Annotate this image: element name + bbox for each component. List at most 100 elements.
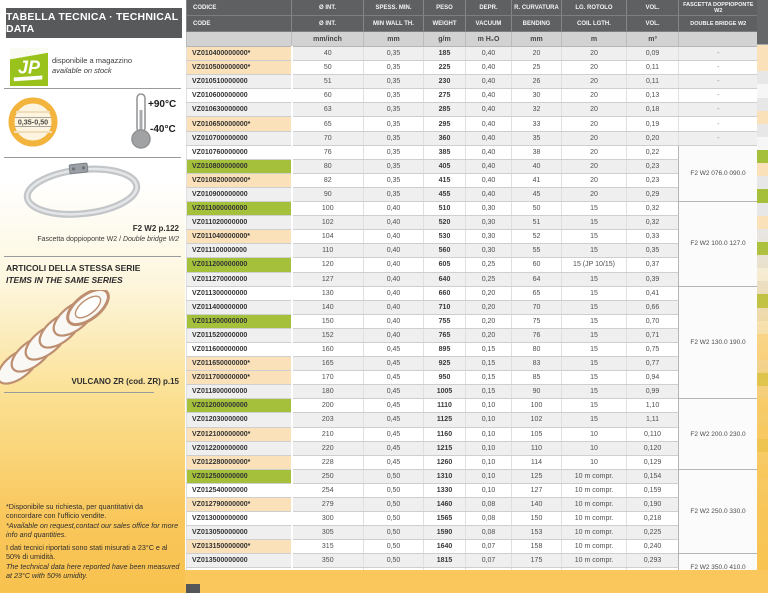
coil-length-cell: 15: [562, 230, 627, 244]
coil-length-cell: 10 m compr.: [562, 554, 627, 568]
edge-row-tick: [757, 98, 768, 111]
volume-cell: 0,29: [627, 187, 679, 201]
clamp-ref-cell: -: [679, 103, 758, 117]
volume-cell: 0,154: [627, 469, 679, 483]
code-cell: VZ013000000000: [187, 512, 292, 526]
column-header: CODICE: [187, 0, 292, 16]
bending-cell: 76: [512, 328, 562, 342]
code-cell: VZ010820000000*: [187, 173, 292, 187]
table-row: VZ012280000000*2280,4512600,10114100,129: [187, 455, 758, 469]
vacuum-cell: 0,30: [466, 244, 512, 258]
code-cell: VZ012030000000: [187, 413, 292, 427]
table-row: VZ011700000000*1700,459500,1585150,94: [187, 371, 758, 385]
vacuum-cell: 0,15: [466, 342, 512, 356]
vacuum-cell: 0,08: [466, 526, 512, 540]
vacuum-cell: 0,15: [466, 371, 512, 385]
weight-cell: 415: [424, 173, 466, 187]
volume-cell: 0,159: [627, 483, 679, 497]
column-header: FASCETTA DOPPIOPONTE W2: [679, 0, 758, 16]
edge-row-tick: [757, 334, 768, 347]
vacuum-cell: 0,20: [466, 300, 512, 314]
volume-cell: 0,20: [627, 131, 679, 145]
weight-cell: 1815: [424, 554, 466, 568]
unit-cell: mm: [364, 32, 424, 47]
coil-length-cell: 20: [562, 187, 627, 201]
vacuum-cell: 0,10: [466, 427, 512, 441]
edge-row-tick: [757, 203, 768, 216]
table-row: VZ0113000000001300,406600,2065150,41F2 W…: [187, 286, 758, 300]
volume-cell: 0,77: [627, 357, 679, 371]
table-row: VZ0114000000001400,407100,2070150,66: [187, 300, 758, 314]
coil-length-cell: 10 m compr.: [562, 526, 627, 540]
edge-row-tick: [757, 163, 768, 176]
volume-cell: 1,11: [627, 413, 679, 427]
wall-thickness-cell: 0,50: [364, 554, 424, 568]
vacuum-cell: 0,40: [466, 159, 512, 173]
bending-cell: 90: [512, 385, 562, 399]
bending-cell: 20: [512, 47, 562, 61]
vacuum-cell: 0,30: [466, 202, 512, 216]
diameter-cell: 300: [292, 512, 364, 526]
bending-cell: 140: [512, 498, 562, 512]
code-cell: VZ011700000000*: [187, 371, 292, 385]
table-row: VZ010630000000630,352850,4032200,18-: [187, 103, 758, 117]
coil-length-cell: 15: [562, 385, 627, 399]
edge-row-tick: [757, 413, 768, 426]
vacuum-cell: 0,15: [466, 357, 512, 371]
volume-cell: 0,225: [627, 526, 679, 540]
diameter-cell: 110: [292, 244, 364, 258]
bending-cell: 83: [512, 357, 562, 371]
unit-cell: mm/inch: [292, 32, 364, 47]
bending-cell: 25: [512, 61, 562, 75]
table-row: VZ010700000000700,353600,4035200,20-: [187, 131, 758, 145]
footnote-availability: *Disponibile su richiesta, per quantitat…: [6, 502, 180, 539]
volume-cell: 1,10: [627, 399, 679, 413]
wall-thickness-cell: 0,35: [364, 187, 424, 201]
coil-length-cell: 20: [562, 89, 627, 103]
edge-row-tick: [757, 544, 768, 557]
footnote-measurement: I dati tecnici riportati sono stati misu…: [6, 543, 180, 580]
coil-length-cell: 20: [562, 159, 627, 173]
table-row: VZ010510000000510,352300,4026200,11-: [187, 75, 758, 89]
wall-thickness-cell: 0,45: [364, 427, 424, 441]
code-cell: VZ011300000000: [187, 286, 292, 300]
volume-cell: 0,218: [627, 512, 679, 526]
diameter-cell: 51: [292, 75, 364, 89]
vacuum-cell: 0,07: [466, 540, 512, 554]
bending-cell: 85: [512, 371, 562, 385]
temp-min-label: -40°C: [150, 124, 176, 135]
wall-thickness-cell: 0,35: [364, 145, 424, 159]
code-cell: VZ012100000000*: [187, 427, 292, 441]
bending-cell: 102: [512, 413, 562, 427]
unit-cell: m H₂O: [466, 32, 512, 47]
coil-length-cell: 10 m compr.: [562, 483, 627, 497]
column-header: WEIGHT: [424, 16, 466, 32]
weight-cell: 520: [424, 216, 466, 230]
coil-length-cell: 20: [562, 47, 627, 61]
edge-row-tick: [757, 124, 768, 137]
column-header: Ø INT.: [292, 16, 364, 32]
weight-cell: 1640: [424, 540, 466, 554]
weight-cell: 1330: [424, 483, 466, 497]
vacuum-cell: 0,30: [466, 230, 512, 244]
wall-thickness-cell: 0,50: [364, 512, 424, 526]
wall-thickness-cell: 0,40: [364, 258, 424, 272]
bending-cell: 127: [512, 483, 562, 497]
edge-row-tick: [757, 189, 768, 202]
diameter-cell: 130: [292, 286, 364, 300]
coil-length-cell: 20: [562, 131, 627, 145]
vacuum-cell: 0,40: [466, 173, 512, 187]
vacuum-cell: 0,10: [466, 483, 512, 497]
weight-cell: 710: [424, 300, 466, 314]
unit-cell: [679, 32, 758, 47]
divider: [4, 256, 181, 257]
vacuum-cell: 0,25: [466, 272, 512, 286]
page-title: TABELLA TECNICA · TECHNICAL DATA: [6, 8, 182, 38]
wall-thickness-cell: 0,40: [364, 328, 424, 342]
wall-thickness-cell: 0,40: [364, 244, 424, 258]
volume-cell: 0,120: [627, 441, 679, 455]
column-header: SPESS. MIN.: [364, 0, 424, 16]
volume-cell: 0,99: [627, 385, 679, 399]
diameter-cell: 180: [292, 385, 364, 399]
table-body: VZ010400000000*400,351850,4020200,09-VZ0…: [187, 47, 758, 593]
